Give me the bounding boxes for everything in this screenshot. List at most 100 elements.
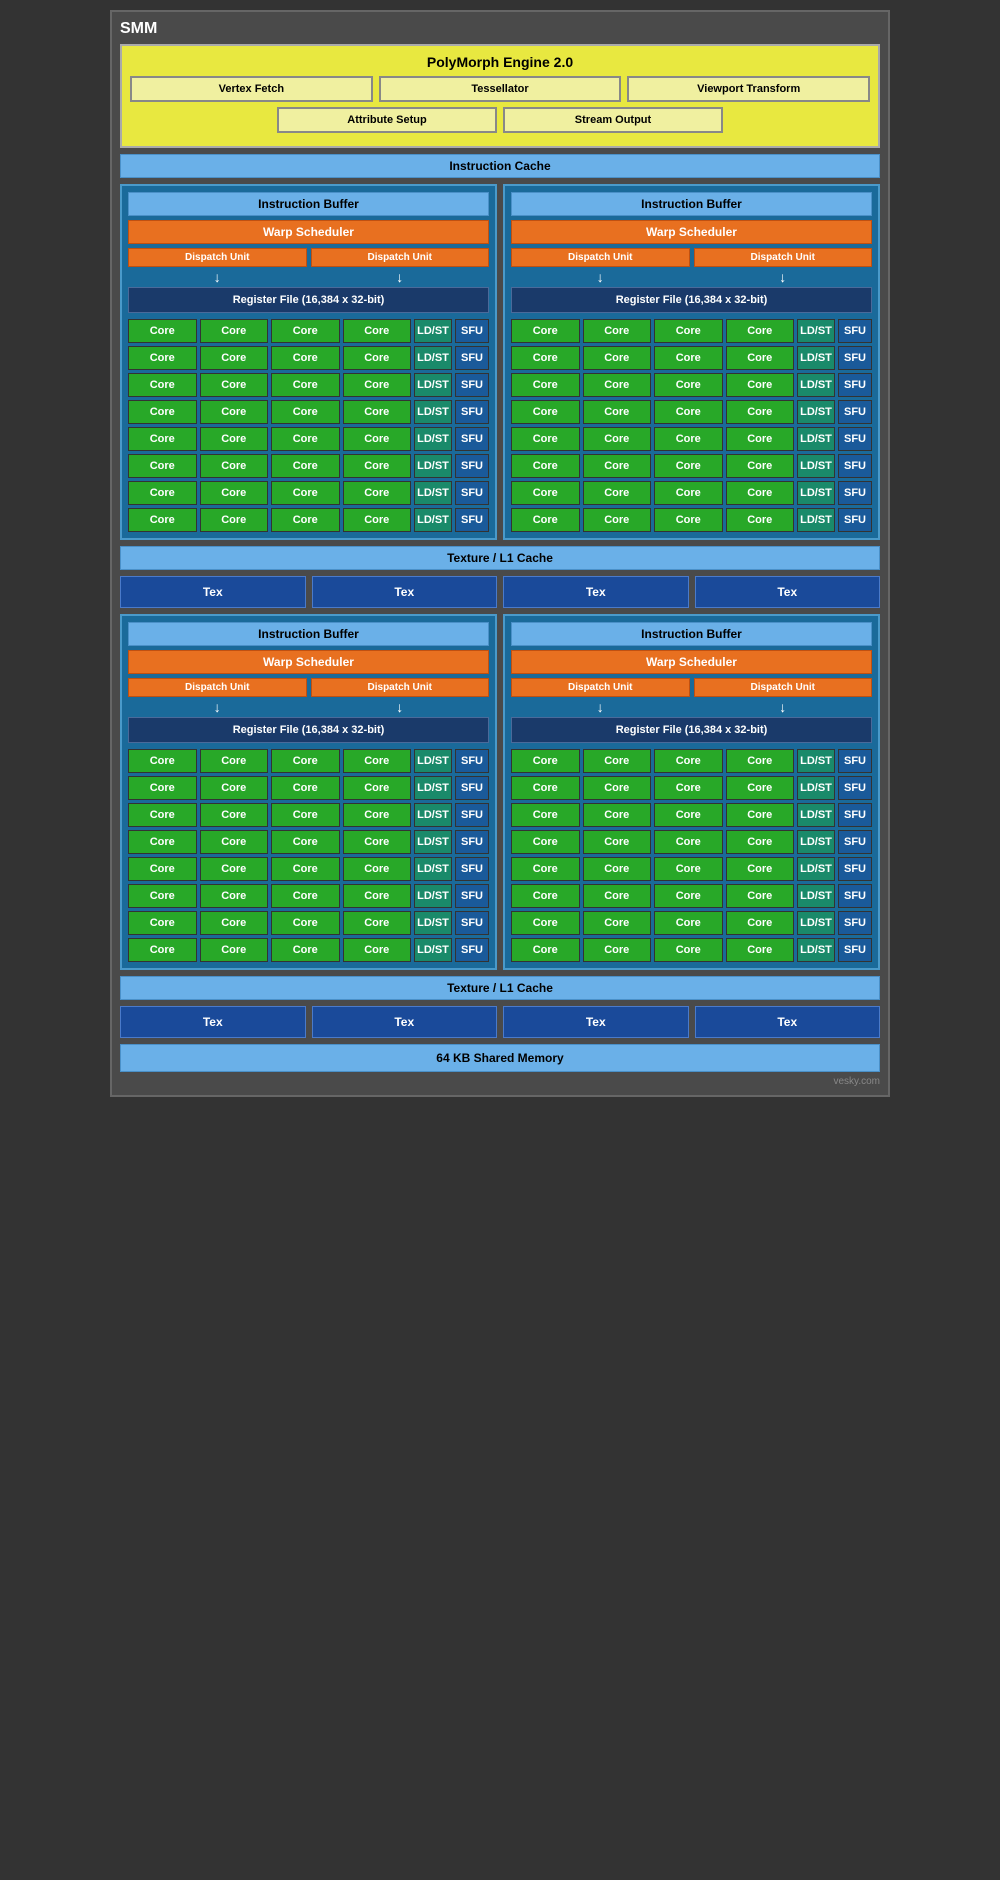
core-cell: Core: [511, 481, 580, 505]
ldst-cell: LD/ST: [414, 884, 452, 908]
ldst-cell: LD/ST: [797, 481, 835, 505]
core-cell: Core: [726, 400, 795, 424]
sfu-cell: SFU: [838, 776, 872, 800]
core-cell: Core: [271, 830, 340, 854]
core-cell: Core: [200, 938, 269, 962]
core-cell: Core: [200, 481, 269, 505]
core-row: Core Core Core Core LD/ST SFU: [128, 454, 489, 478]
core-cell: Core: [654, 803, 723, 827]
core-cell: Core: [343, 749, 412, 773]
tex-box-3: Tex: [503, 576, 689, 608]
ldst-cell: LD/ST: [797, 373, 835, 397]
ib-3: Instruction Buffer: [128, 622, 489, 646]
core-row: Core Core Core Core LD/ST SFU: [128, 400, 489, 424]
core-cell: Core: [511, 346, 580, 370]
core-row: Core Core Core Core LD/ST SFU: [511, 776, 872, 800]
polymorph-engine: PolyMorph Engine 2.0 Vertex Fetch Tessel…: [120, 44, 880, 148]
core-cell: Core: [583, 346, 652, 370]
attribute-setup-box: Attribute Setup: [277, 107, 497, 133]
core-cell: Core: [511, 373, 580, 397]
ldst-cell: LD/ST: [414, 508, 452, 532]
core-cell: Core: [128, 319, 197, 343]
arrow-row-3: ↓ ↓: [128, 699, 489, 715]
core-cell: Core: [726, 427, 795, 451]
tex-box-1: Tex: [120, 576, 306, 608]
core-cell: Core: [654, 373, 723, 397]
core-cell: Core: [128, 776, 197, 800]
core-cell: Core: [271, 373, 340, 397]
ldst-cell: LD/ST: [414, 938, 452, 962]
core-cell: Core: [583, 830, 652, 854]
core-row: Core Core Core Core LD/ST SFU: [511, 373, 872, 397]
dispatch-unit-1b: Dispatch Unit: [311, 248, 490, 267]
ldst-cell: LD/ST: [414, 400, 452, 424]
core-cell: Core: [343, 911, 412, 935]
tex-box-6: Tex: [312, 1006, 498, 1038]
core-cell: Core: [654, 911, 723, 935]
sfu-cell: SFU: [455, 481, 489, 505]
viewport-transform-box: Viewport Transform: [627, 76, 870, 102]
ib-2: Instruction Buffer: [511, 192, 872, 216]
sfu-cell: SFU: [838, 803, 872, 827]
core-cell: Core: [726, 830, 795, 854]
sm-block-4: Instruction Buffer Warp Scheduler Dispat…: [503, 614, 880, 970]
sfu-cell: SFU: [838, 884, 872, 908]
core-cell: Core: [128, 857, 197, 881]
sfu-cell: SFU: [455, 400, 489, 424]
ws-4: Warp Scheduler: [511, 650, 872, 674]
core-row: Core Core Core Core LD/ST SFU: [128, 749, 489, 773]
core-row: Core Core Core Core LD/ST SFU: [128, 911, 489, 935]
ldst-cell: LD/ST: [414, 803, 452, 827]
ldst-cell: LD/ST: [797, 911, 835, 935]
sfu-cell: SFU: [838, 319, 872, 343]
core-cell: Core: [654, 319, 723, 343]
core-cell: Core: [200, 508, 269, 532]
dispatch-unit-4b: Dispatch Unit: [694, 678, 873, 697]
arrow-4b: ↓: [694, 699, 873, 715]
sfu-cell: SFU: [455, 346, 489, 370]
core-row: Core Core Core Core LD/ST SFU: [511, 857, 872, 881]
core-cell: Core: [343, 346, 412, 370]
core-cell: Core: [200, 319, 269, 343]
core-cell: Core: [511, 400, 580, 424]
core-cell: Core: [343, 884, 412, 908]
core-cell: Core: [654, 481, 723, 505]
sfu-cell: SFU: [455, 508, 489, 532]
smm-title: SMM: [120, 20, 880, 38]
core-cell: Core: [128, 749, 197, 773]
rf-1: Register File (16,384 x 32-bit): [128, 287, 489, 313]
core-cell: Core: [726, 508, 795, 532]
sfu-cell: SFU: [838, 373, 872, 397]
core-cell: Core: [343, 373, 412, 397]
sm-block-2: Instruction Buffer Warp Scheduler Dispat…: [503, 184, 880, 540]
core-cell: Core: [511, 776, 580, 800]
core-row: Core Core Core Core LD/ST SFU: [128, 346, 489, 370]
ws-3: Warp Scheduler: [128, 650, 489, 674]
core-cell: Core: [271, 454, 340, 478]
core-cell: Core: [343, 400, 412, 424]
polymorph-title: PolyMorph Engine 2.0: [130, 54, 870, 70]
core-grid-2: Core Core Core Core LD/ST SFU Core Core …: [511, 319, 872, 532]
watermark: vesky.com: [120, 1076, 880, 1087]
core-cell: Core: [726, 749, 795, 773]
ldst-cell: LD/ST: [797, 857, 835, 881]
core-cell: Core: [654, 830, 723, 854]
core-cell: Core: [343, 481, 412, 505]
core-row: Core Core Core Core LD/ST SFU: [128, 938, 489, 962]
rf-3: Register File (16,384 x 32-bit): [128, 717, 489, 743]
core-cell: Core: [583, 373, 652, 397]
core-cell: Core: [128, 911, 197, 935]
sfu-cell: SFU: [838, 427, 872, 451]
ldst-cell: LD/ST: [797, 508, 835, 532]
sfu-cell: SFU: [838, 400, 872, 424]
core-cell: Core: [654, 857, 723, 881]
core-cell: Core: [511, 749, 580, 773]
core-row: Core Core Core Core LD/ST SFU: [128, 776, 489, 800]
ldst-cell: LD/ST: [797, 346, 835, 370]
arrow-2b: ↓: [694, 269, 873, 285]
ldst-cell: LD/ST: [414, 454, 452, 478]
dispatch-unit-1a: Dispatch Unit: [128, 248, 307, 267]
core-cell: Core: [654, 400, 723, 424]
ldst-cell: LD/ST: [414, 373, 452, 397]
sfu-cell: SFU: [455, 749, 489, 773]
